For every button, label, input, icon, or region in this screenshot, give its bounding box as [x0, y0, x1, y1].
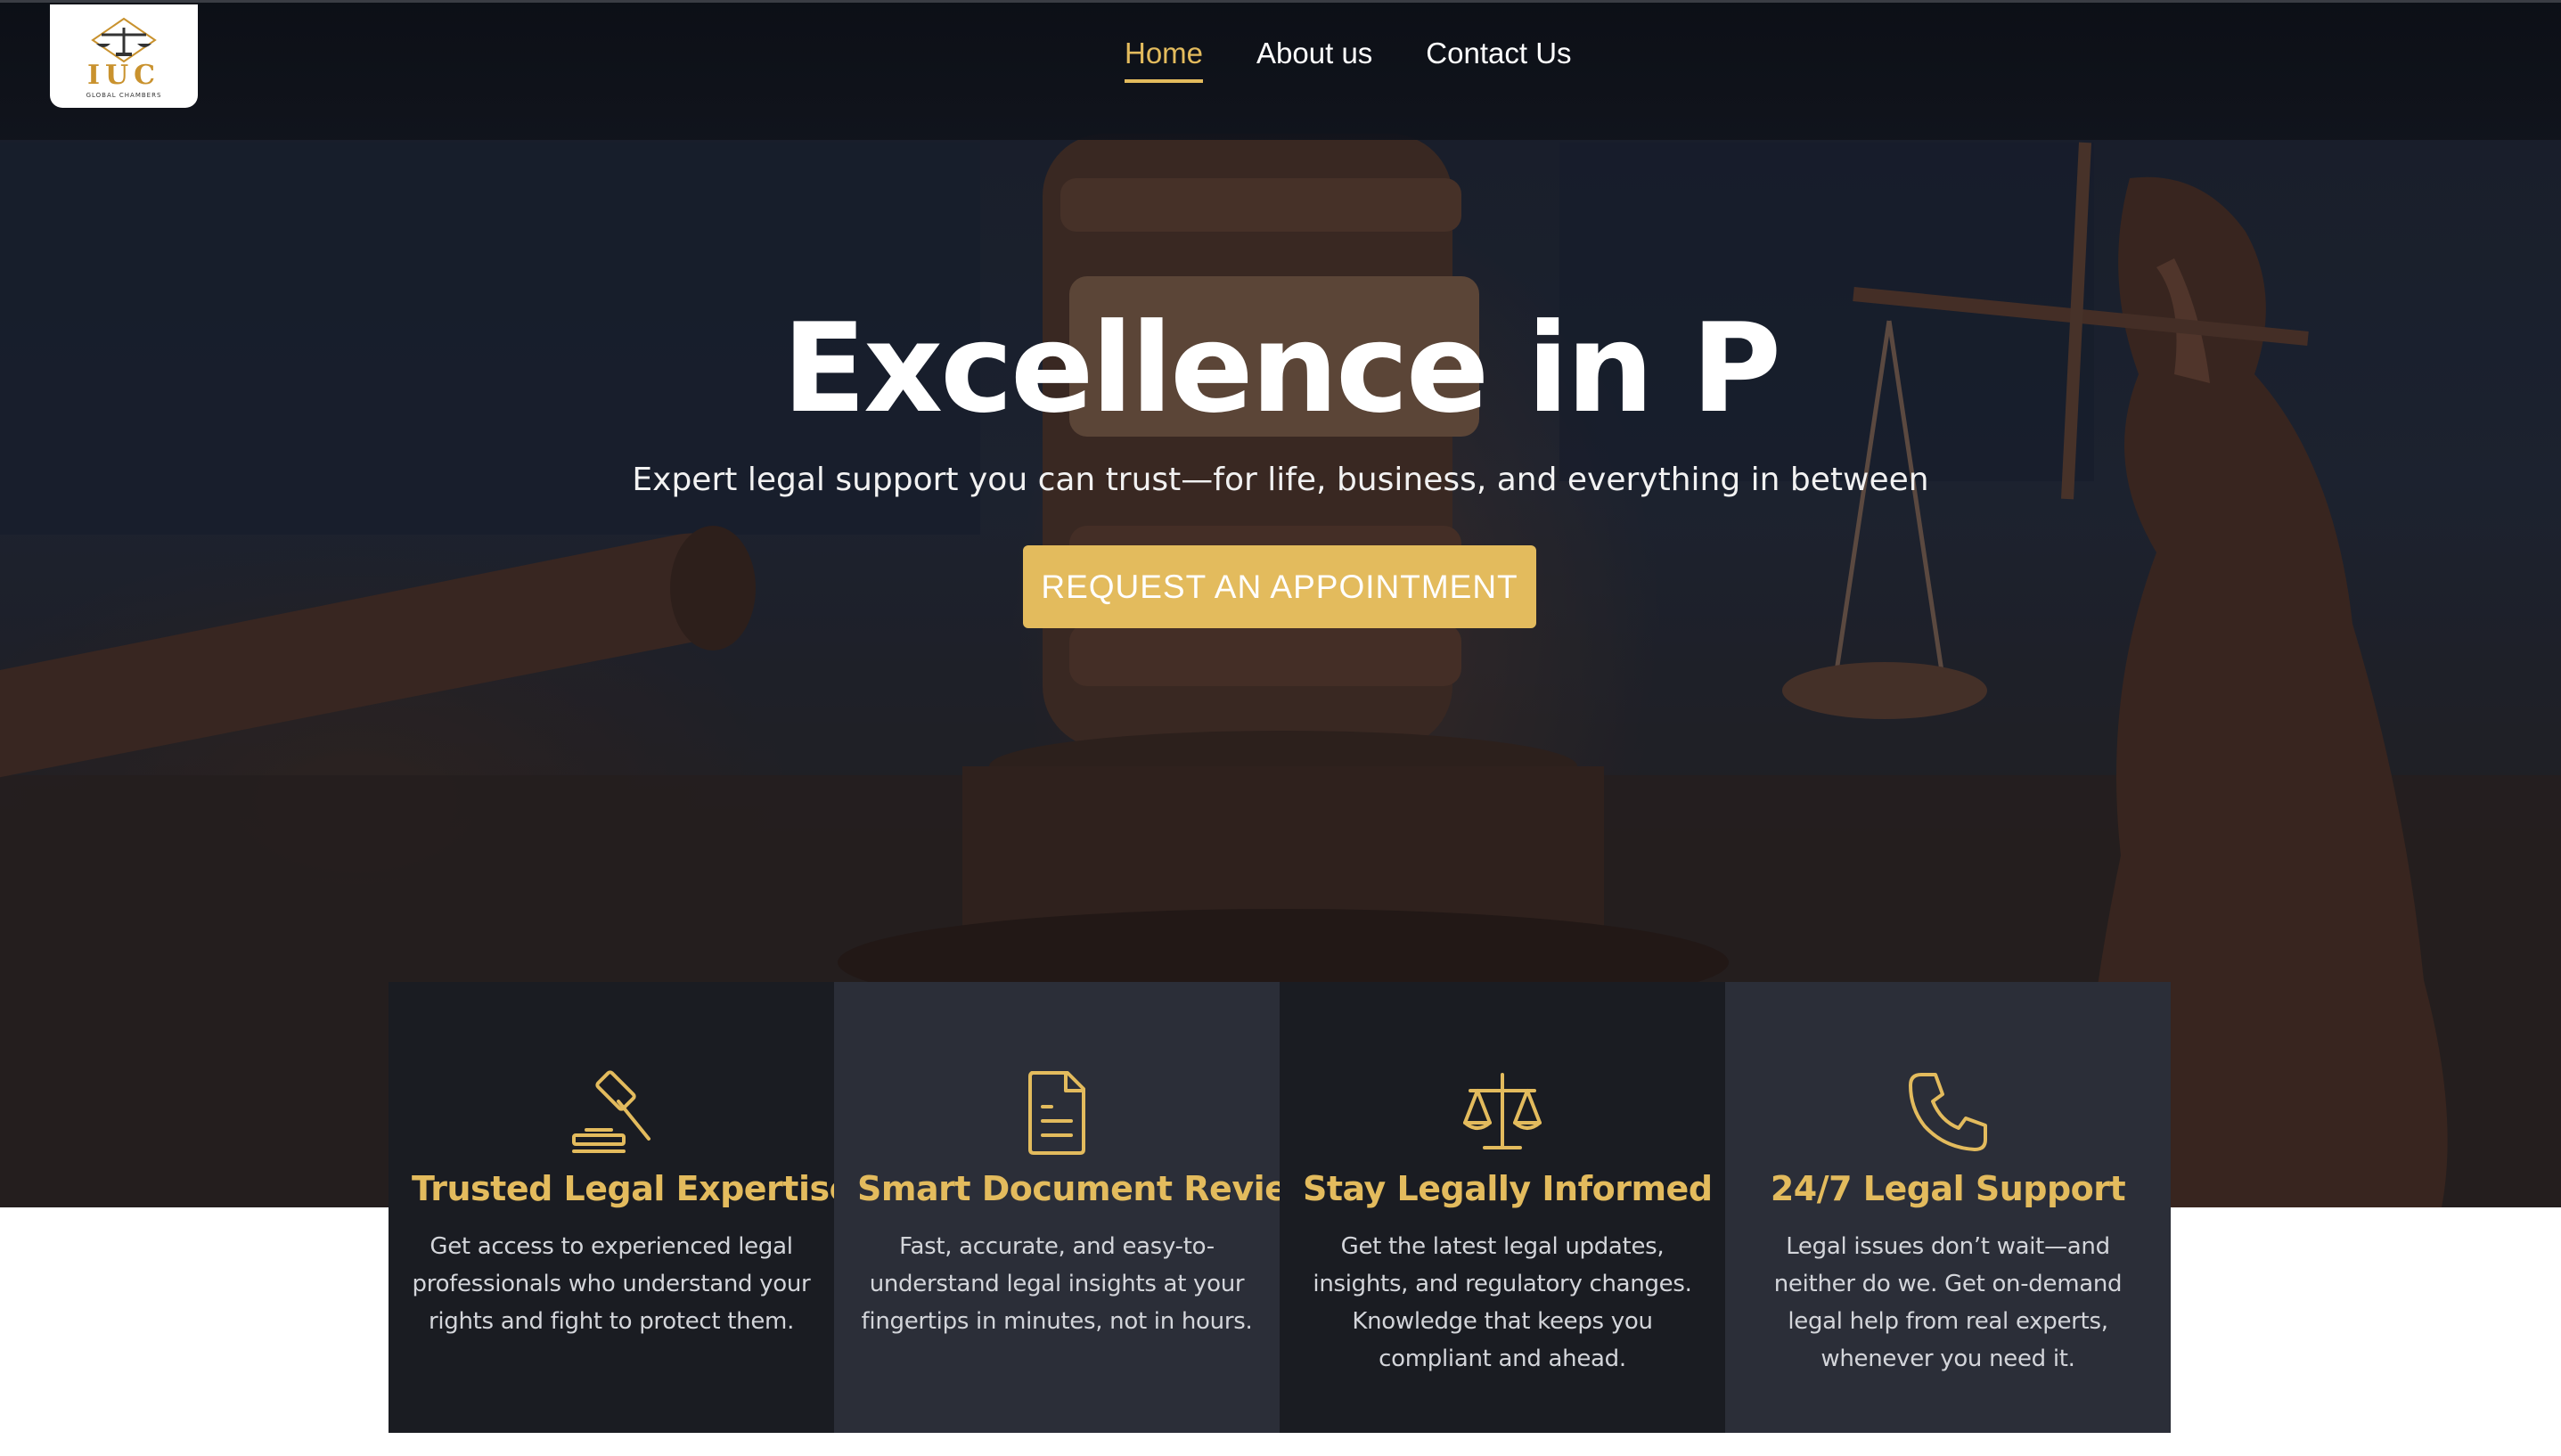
logo[interactable]: IUC GLOBAL CHAMBERS: [50, 4, 198, 108]
nav-link-contact[interactable]: Contact Us: [1426, 37, 1571, 83]
feature-card-document-review: Smart Document Review Fast, accurate, an…: [834, 982, 1319, 1433]
feature-text: Get the latest legal updates, insights, …: [1313, 1233, 1692, 1372]
nav-links: Home About us Contact Us: [1125, 37, 1572, 83]
hero-subtitle: Expert legal support you can trust—for l…: [632, 462, 1929, 498]
request-appointment-button[interactable]: REQUEST AN APPOINTMENT: [1023, 545, 1536, 628]
top-navbar: IUC GLOBAL CHAMBERS Home About us Contac…: [0, 0, 2561, 140]
feature-title: 24/7 Legal Support: [1770, 1169, 2126, 1208]
feature-cards: Trusted Legal Expertise Get access to ex…: [389, 982, 2171, 1433]
feature-title: Stay Legally Informed: [1303, 1169, 1713, 1208]
feature-text: Legal issues don’t wait—and neither do w…: [1773, 1233, 2123, 1372]
scales-icon: [1463, 1073, 1542, 1149]
feature-text: Get access to experienced legal professi…: [412, 1233, 811, 1335]
scales-logo-icon: [91, 17, 157, 63]
feature-card-legal-expertise: Trusted Legal Expertise Get access to ex…: [389, 982, 852, 1433]
feature-title: Smart Document Review: [857, 1169, 1319, 1208]
nav-link-home[interactable]: Home: [1125, 37, 1204, 83]
hero-title: Excellence in P: [781, 297, 1781, 440]
feature-card-legal-support: 24/7 Legal Support Legal issues don’t wa…: [1725, 982, 2171, 1433]
feature-card-legally-informed: Stay Legally Informed Get the latest leg…: [1280, 982, 1725, 1433]
document-icon: [1028, 1071, 1085, 1155]
logo-text: IUC: [86, 60, 161, 91]
phone-icon: [1909, 1073, 1987, 1151]
nav-link-about[interactable]: About us: [1256, 37, 1372, 83]
gavel-icon: [572, 1070, 650, 1153]
feature-text: Fast, accurate, and easy-to-understand l…: [861, 1233, 1253, 1335]
logo-subtext: GLOBAL CHAMBERS: [86, 92, 162, 99]
feature-title: Trusted Legal Expertise: [412, 1169, 852, 1208]
